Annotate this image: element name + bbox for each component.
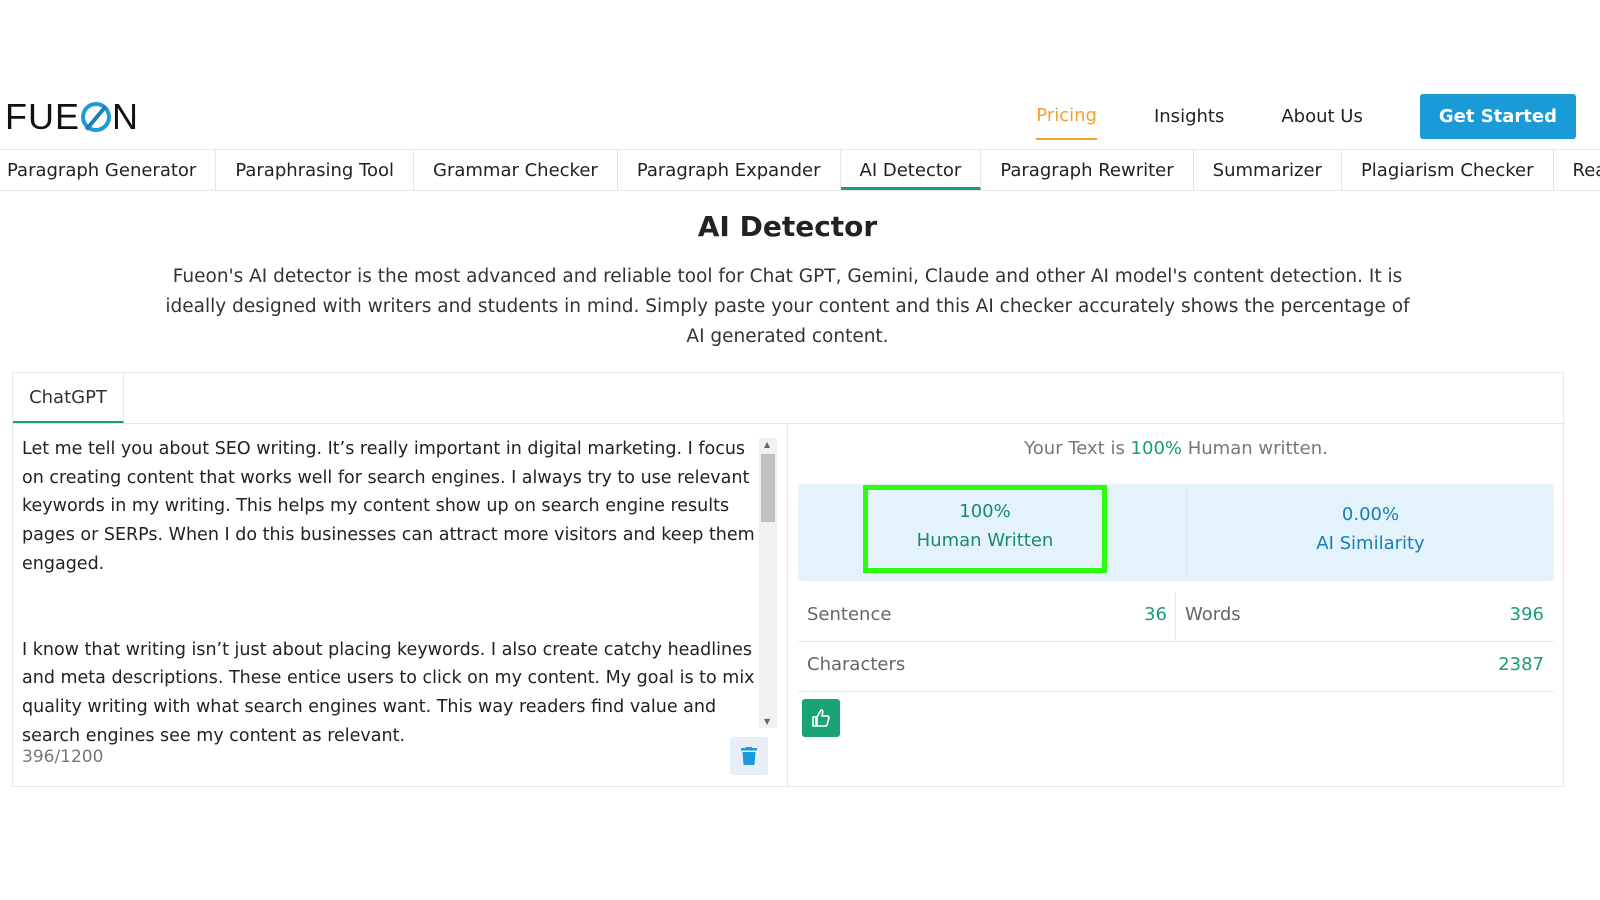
sentence-label: Sentence (807, 604, 892, 625)
ai-pct: 0.00% (1341, 504, 1400, 525)
get-started-button[interactable]: Get Started (1419, 94, 1576, 139)
tab-plagiarism-checker[interactable]: Plagiarism Checker (1342, 150, 1554, 190)
divider (1175, 592, 1176, 642)
detector-panel: ChatGPT Let me tell you about SEO writin… (12, 372, 1565, 787)
logo-text-end: N (112, 96, 139, 137)
human-pct: 100% (959, 501, 1011, 522)
text-editor[interactable]: Let me tell you about SEO writing. It’s … (13, 424, 788, 787)
scrollbar-thumb[interactable] (761, 454, 775, 522)
logo-mark-icon (81, 102, 111, 132)
tab-ai-detector[interactable]: AI Detector (840, 150, 982, 190)
ai-similarity-score: 0.00% AI Similarity (1186, 488, 1554, 577)
top-nav: Pricing Insights About Us Get Started (1036, 93, 1576, 140)
nav-insights[interactable]: Insights (1154, 94, 1224, 139)
logo[interactable]: FUE N (5, 96, 139, 138)
verdict-prefix: Your Text is (1024, 438, 1131, 459)
tab-paragraph-generator[interactable]: Paragraph Generator (0, 150, 217, 190)
page-title: AI Detector (697, 210, 878, 243)
verdict-value: 100% (1130, 438, 1183, 459)
stats-row: Sentence 36 Words 396 (798, 592, 1554, 642)
trash-icon (741, 747, 757, 765)
logo-text: FUE (5, 96, 80, 137)
nav-pricing[interactable]: Pricing (1036, 93, 1097, 140)
feedback-button[interactable] (802, 699, 840, 737)
characters-label: Characters (807, 654, 906, 675)
human-label: Human Written (916, 530, 1054, 551)
scrollbar[interactable]: ▲ ▼ (759, 438, 777, 728)
word-count: 396/1200 (22, 747, 104, 767)
tab-summarizer[interactable]: Summarizer (1194, 150, 1342, 190)
text-paragraph: Let me tell you about SEO writing. It’s … (22, 439, 755, 574)
tab-paragraph-rewriter[interactable]: Paragraph Rewriter (981, 150, 1194, 190)
tab-chatgpt[interactable]: ChatGPT (13, 373, 124, 423)
sentence-count: 36 (1144, 604, 1167, 625)
page-description: Fueon's AI detector is the most advanced… (165, 266, 1410, 347)
ai-label: AI Similarity (1316, 533, 1425, 554)
thumbs-up-icon (812, 709, 830, 727)
tab-paraphrasing-tool[interactable]: Paraphrasing Tool (216, 150, 414, 190)
scroll-down-icon[interactable]: ▼ (764, 717, 770, 726)
delete-button[interactable] (730, 737, 768, 775)
nav-about-us[interactable]: About Us (1281, 94, 1363, 139)
verdict-text: Your Text is 100% Human written. (788, 438, 1564, 459)
text-paragraph: I know that writing isn’t just about pla… (22, 639, 755, 746)
verdict-suffix: Human written. (1182, 438, 1328, 459)
characters-count: 2387 (1498, 654, 1544, 675)
tool-tabs: Paragraph Generator Paraphrasing Tool Gr… (0, 149, 1600, 191)
results: Your Text is 100% Human written. 100% Hum… (788, 424, 1564, 787)
human-written-score: 100% Human Written (863, 485, 1107, 573)
tab-paragraph-expander[interactable]: Paragraph Expander (618, 150, 841, 190)
scroll-up-icon[interactable]: ▲ (764, 440, 770, 449)
tab-readability-checker[interactable]: Readability Checker (1554, 150, 1600, 190)
tab-grammar-checker[interactable]: Grammar Checker (414, 150, 618, 190)
text-input[interactable]: Let me tell you about SEO writing. It’s … (22, 435, 762, 807)
scores-box: 100% Human Written 0.00% AI Similarity (798, 484, 1554, 581)
characters-row: Characters 2387 (798, 642, 1554, 692)
words-count: 396 (1509, 604, 1544, 625)
words-label: Words (1185, 604, 1241, 625)
